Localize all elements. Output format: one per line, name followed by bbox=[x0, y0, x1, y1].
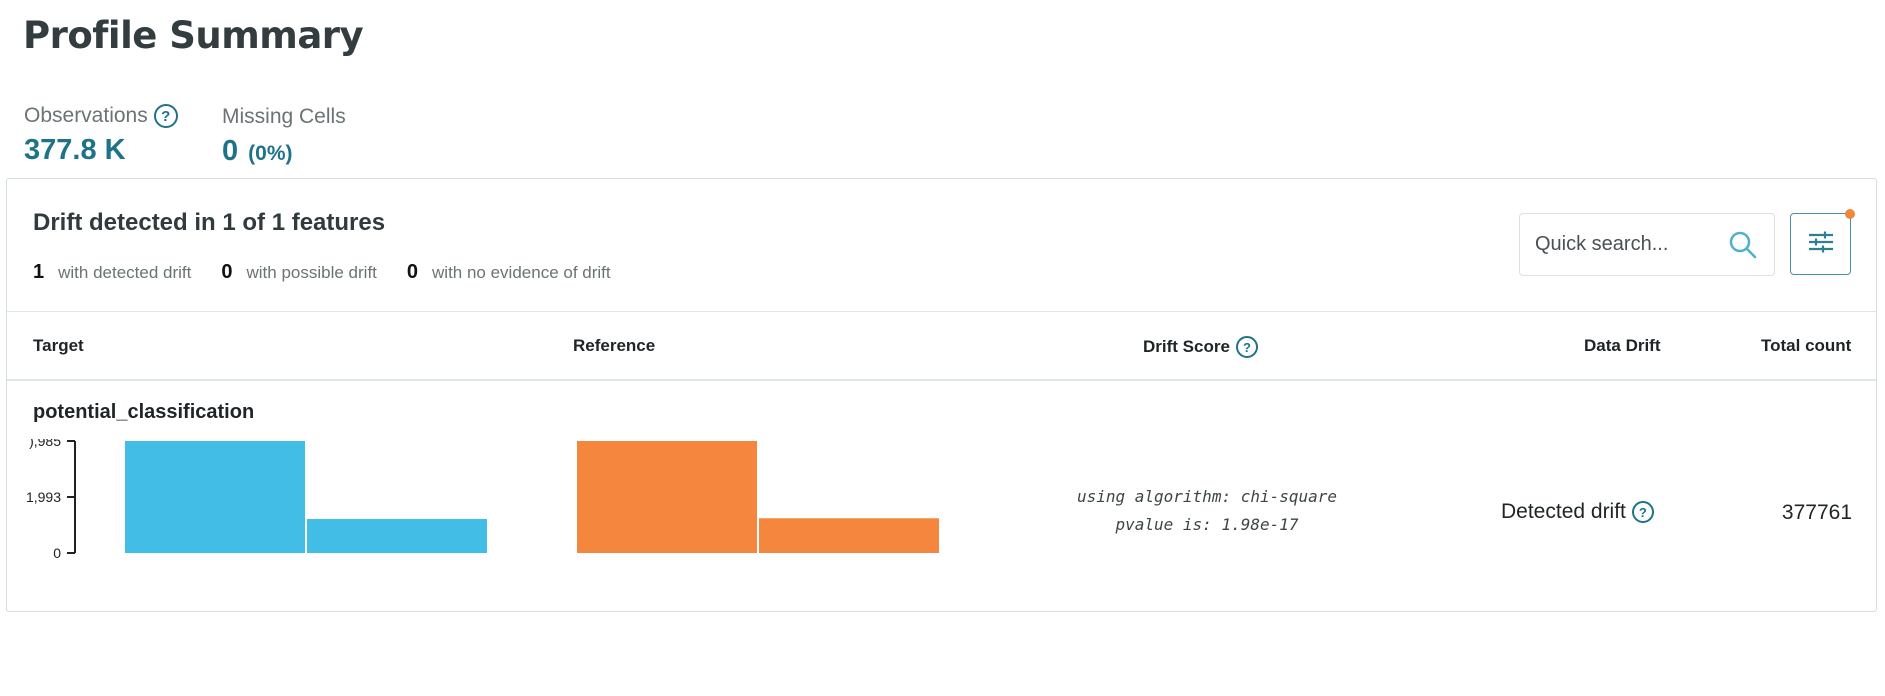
missing-cells-value: 0 bbox=[222, 135, 239, 167]
algorithm-line: using algorithm: chi-square bbox=[1076, 487, 1338, 506]
sliders-icon bbox=[1807, 230, 1835, 259]
header-divider bbox=[7, 311, 1876, 312]
pvalue-line: pvalue is: 1.98e-17 bbox=[1115, 515, 1299, 534]
missing-cells-stat: Missing Cells 0 (0%) bbox=[222, 105, 346, 168]
observations-help-icon[interactable]: ? bbox=[153, 104, 178, 128]
column-header-reference[interactable]: Reference bbox=[573, 336, 655, 356]
column-header-data-drift[interactable]: Data Drift bbox=[1584, 336, 1661, 356]
observations-stat: Observations ? 377.8 K bbox=[24, 104, 178, 167]
observations-value: 377.8 K bbox=[24, 134, 126, 166]
data-drift-status: Detected drift ? bbox=[1501, 500, 1654, 524]
missing-cells-label: Missing Cells bbox=[222, 105, 346, 128]
y-tick-label: 1,993 bbox=[27, 489, 61, 505]
detected-drift-count: 1 with detected drift bbox=[33, 261, 192, 283]
data-drift-help-icon[interactable]: ? bbox=[1631, 501, 1654, 523]
target-bar-1 bbox=[125, 441, 305, 553]
column-header-total-count[interactable]: Total count bbox=[1761, 336, 1851, 356]
profile-summary-page: Profile Summary Observations ? 377.8 K M… bbox=[0, 0, 1885, 696]
drift-counts: 1 with detected drift 0 with possible dr… bbox=[33, 261, 641, 284]
possible-drift-count: 0 with possible drift bbox=[221, 261, 377, 283]
row-divider bbox=[7, 379, 1876, 381]
notification-dot bbox=[1845, 209, 1855, 219]
drift-panel: Drift detected in 1 of 1 features 1 with… bbox=[6, 178, 1877, 612]
y-tick-label: 0 bbox=[53, 545, 61, 559]
feature-name: potential_classification bbox=[33, 401, 255, 423]
no-drift-count: 0 with no evidence of drift bbox=[406, 261, 611, 283]
target-histogram: 0 1,993 ),985 bbox=[27, 439, 487, 559]
drift-score-text: using algorithm: chi-square pvalue is: 1… bbox=[1047, 483, 1367, 539]
drift-score-help-icon[interactable]: ? bbox=[1235, 336, 1258, 358]
column-header-target[interactable]: Target bbox=[33, 336, 84, 356]
reference-bar-1 bbox=[577, 441, 757, 553]
quick-search-box[interactable] bbox=[1519, 213, 1775, 276]
search-icon[interactable] bbox=[1728, 230, 1758, 265]
reference-histogram bbox=[577, 441, 939, 553]
quick-search-input[interactable] bbox=[1535, 233, 1725, 256]
reference-bar-2 bbox=[759, 518, 939, 553]
page-title: Profile Summary bbox=[23, 14, 364, 57]
observations-label: Observations bbox=[24, 104, 148, 127]
filter-settings-button[interactable] bbox=[1790, 209, 1855, 275]
y-tick-label: ),985 bbox=[29, 439, 61, 449]
target-bar-2 bbox=[307, 519, 487, 553]
drift-summary-title: Drift detected in 1 of 1 features bbox=[33, 209, 386, 236]
total-count-value: 377761 bbox=[1781, 501, 1852, 524]
missing-cells-percent: (0%) bbox=[248, 142, 293, 165]
column-header-drift-score[interactable]: Drift Score ? bbox=[1143, 336, 1258, 358]
